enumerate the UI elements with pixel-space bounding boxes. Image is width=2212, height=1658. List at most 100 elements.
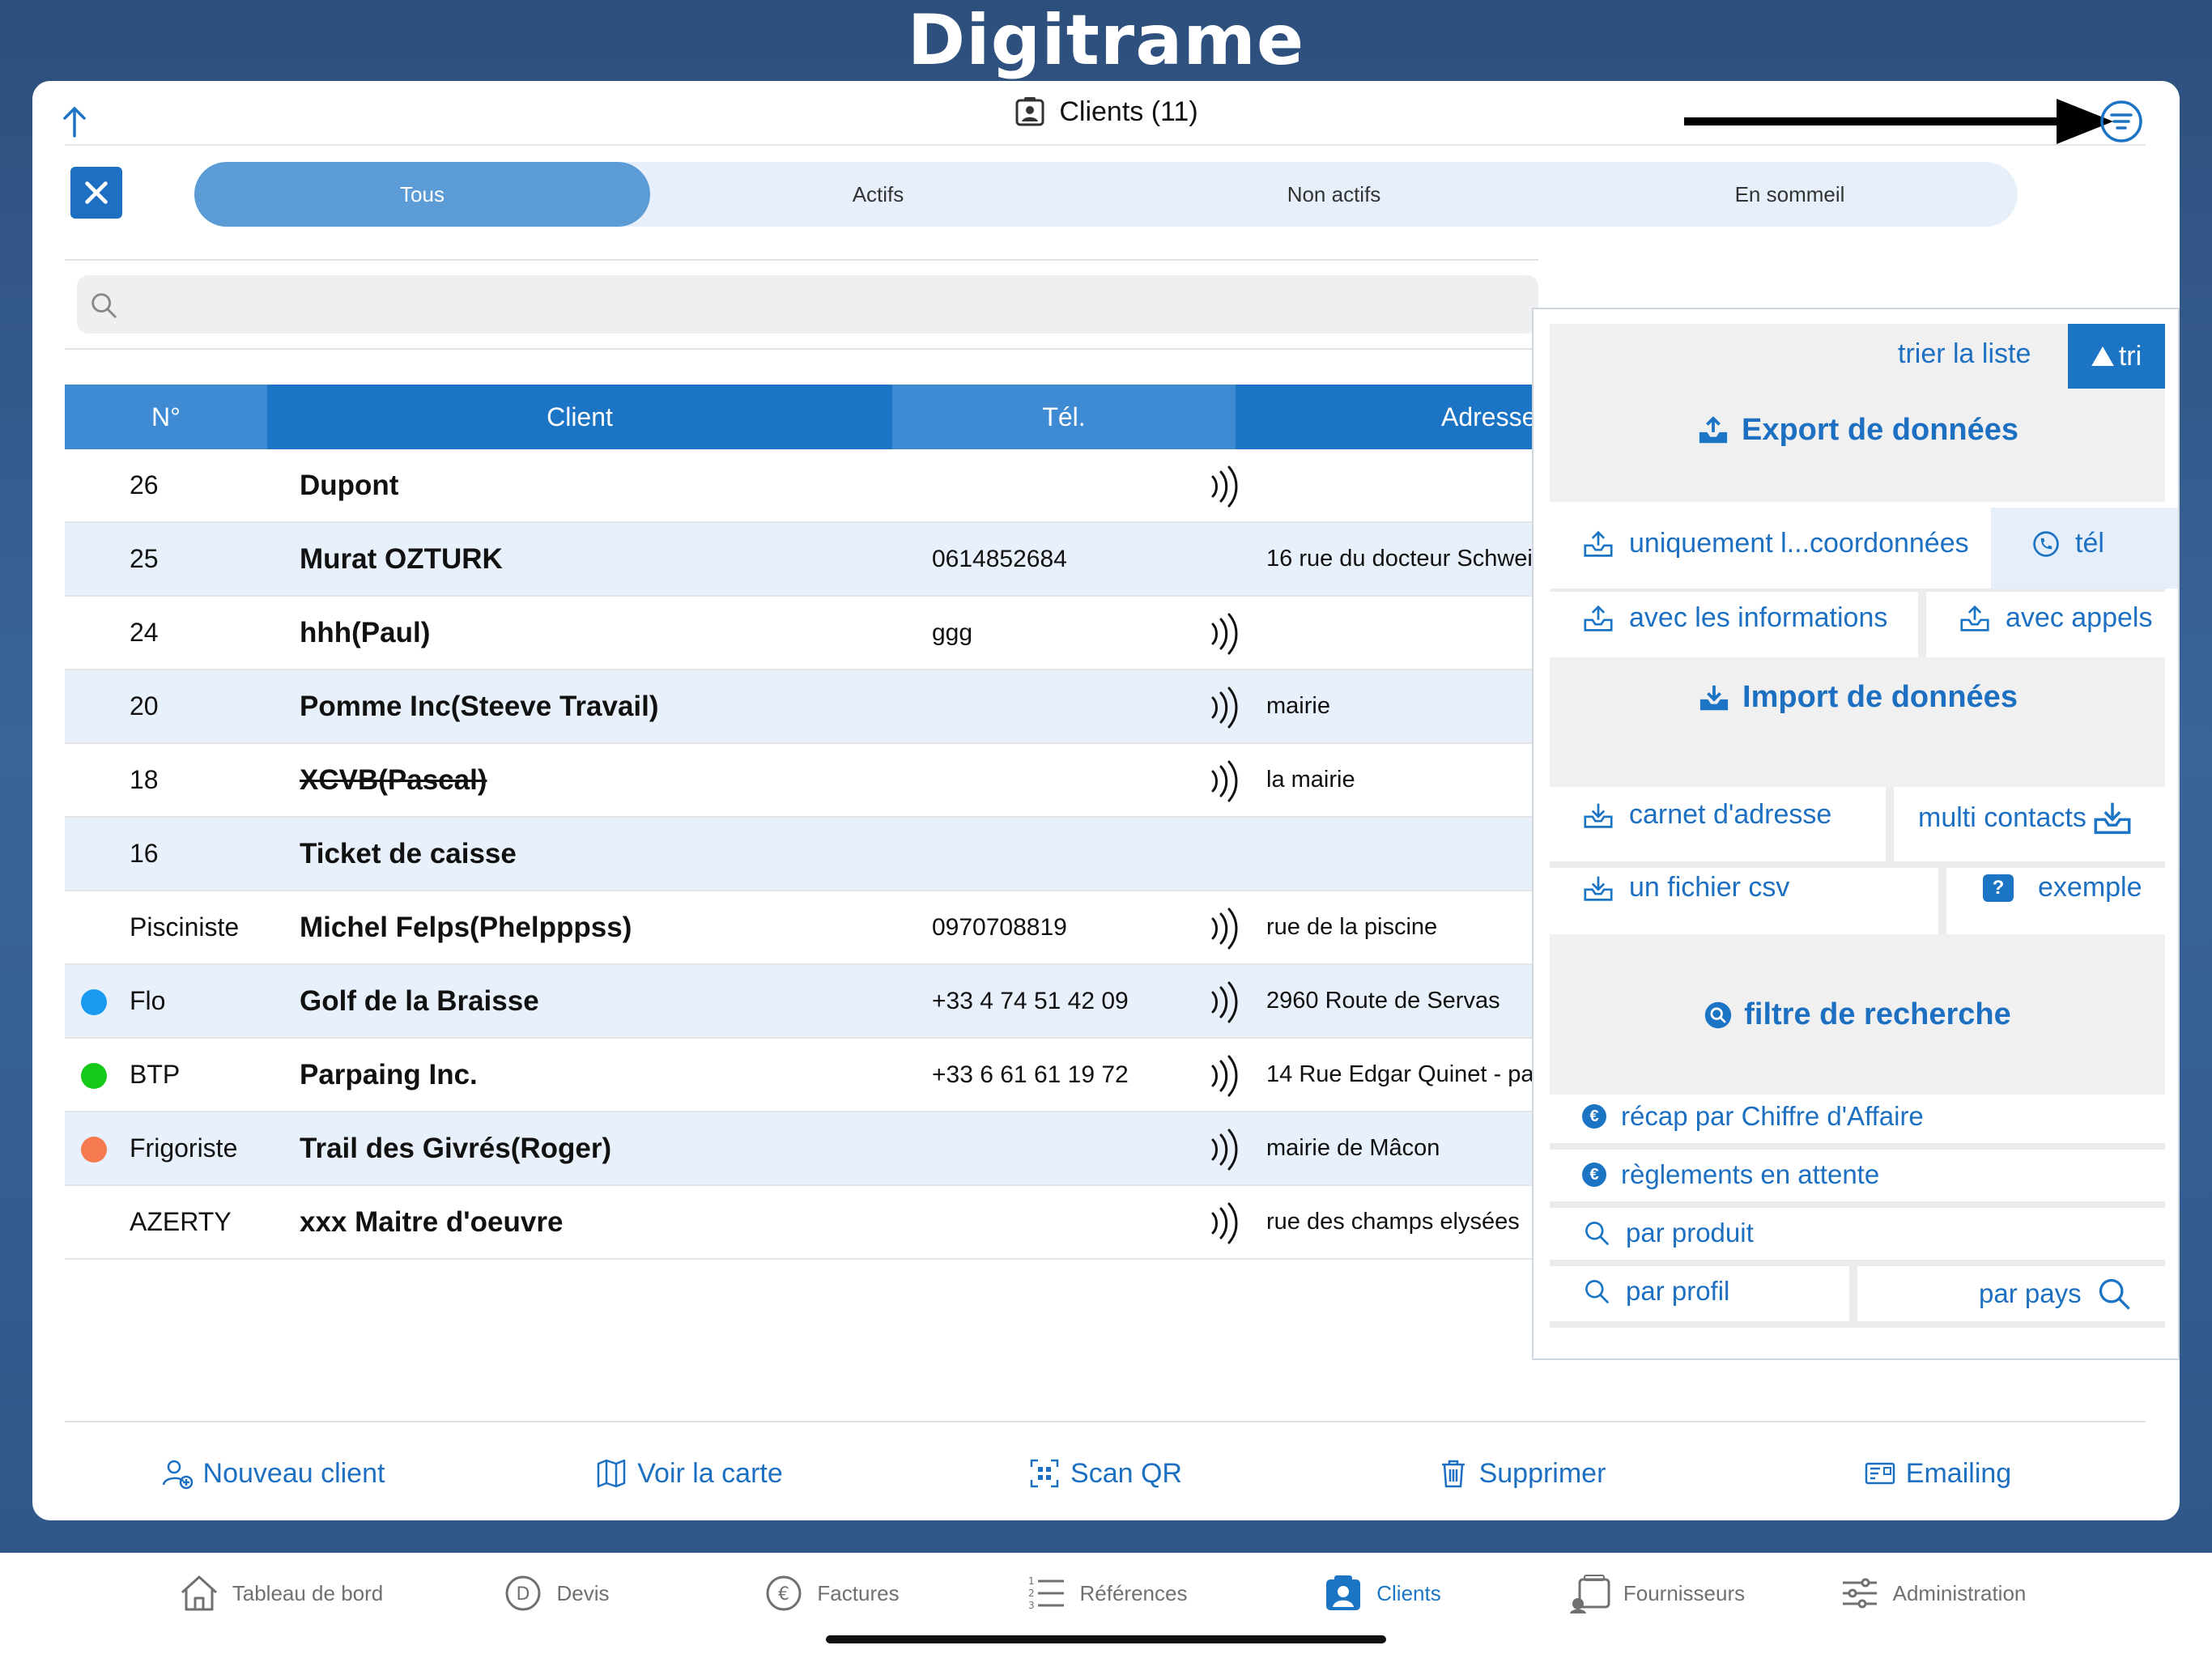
cell-client: xxx Maitre d'oeuvre [300, 1205, 564, 1238]
contact-card-icon [1015, 97, 1044, 126]
segment-tous[interactable]: Tous [194, 162, 650, 227]
nfc-icon[interactable] [1206, 464, 1247, 509]
column-header-no[interactable]: N° [65, 385, 267, 449]
tab-devis[interactable]: D Devis [418, 1571, 693, 1615]
trash-icon [1441, 1460, 1465, 1488]
filter-heading: filtre de recherche [1550, 997, 2165, 1032]
sort-button[interactable]: tri [2068, 324, 2165, 389]
filter-payments-option[interactable]: € règlements en attente [1582, 1159, 1879, 1190]
divider [1886, 787, 1894, 861]
import-addressbook-option[interactable]: carnet d'adresse [1582, 799, 1831, 831]
tab-tableau-de-bord[interactable]: Tableau de bord [143, 1571, 418, 1615]
table-row[interactable]: Flo Golf de la Braisse +33 4 74 51 42 09 29… [65, 965, 1538, 1039]
export-calls-option[interactable]: avec appels [1959, 602, 2152, 634]
import-csv-option[interactable]: un fichier csv [1582, 872, 1789, 903]
cell-client: Parpaing Inc. [300, 1058, 478, 1090]
filter-ca-label: récap par Chiffre d'Affaire [1621, 1101, 1924, 1131]
cell-no: 18 [130, 765, 159, 794]
divider [1550, 589, 2165, 592]
sliders-icon [1842, 1578, 1877, 1609]
delete-button[interactable]: Supprimer [1313, 1449, 1729, 1498]
tab-bar: Tableau de bord D Devis € Factures 1 2 3… [0, 1553, 2212, 1658]
mail-card-icon [1865, 1462, 1895, 1485]
nfc-icon[interactable] [1206, 1201, 1247, 1246]
nfc-icon[interactable] [1206, 759, 1247, 804]
view-map-button[interactable]: Voir la carte [481, 1449, 897, 1498]
filter-product-option[interactable]: par produit [1582, 1218, 1754, 1248]
cell-client: Pomme Inc(Steeve Travail) [300, 690, 659, 722]
cell-adresse: 14 Rue Edgar Quinet - parking [1266, 1061, 1538, 1087]
divider [1550, 1201, 2165, 1208]
question-icon: ? [1983, 874, 2014, 902]
delete-label: Supprimer [1478, 1457, 1606, 1489]
cell-client: Ticket de caisse [300, 837, 517, 869]
export-heading: Export de données [1550, 413, 2165, 448]
nfc-icon[interactable] [1206, 906, 1247, 951]
nfc-icon[interactable] [1206, 980, 1247, 1025]
tab-clients[interactable]: Clients [1244, 1571, 1519, 1615]
search-input[interactable] [77, 275, 1538, 334]
export-tel-option[interactable]: tél [2031, 528, 2104, 559]
table-row[interactable]: Pisciniste Michel Felps(Phelpppss) 0970708… [65, 891, 1538, 965]
tab-label: Administration [1892, 1580, 2027, 1605]
segment-en-sommeil[interactable]: En sommeil [1562, 162, 2018, 227]
export-contacts-label: uniquement l...coordonnées [1629, 528, 1969, 559]
column-header-tel[interactable]: Tél. [892, 385, 1236, 449]
filter-country-option[interactable]: par pays [1979, 1276, 2132, 1312]
tab-label: Devis [556, 1580, 610, 1605]
nfc-icon[interactable] [1206, 1053, 1247, 1099]
upload-tray-icon [1960, 605, 1989, 631]
filter-profile-option[interactable]: par profil [1582, 1276, 1729, 1307]
close-icon [85, 181, 108, 204]
new-client-button[interactable]: Nouveau client [65, 1449, 481, 1498]
view-map-label: Voir la carte [637, 1457, 783, 1489]
nfc-icon[interactable] [1206, 611, 1247, 657]
import-example-option[interactable]: ? exemple [1983, 872, 2142, 903]
table-row[interactable]: 24 hhh(Paul) ggg [65, 597, 1538, 670]
table-row[interactable]: 18 XCVB(Pascal) la mairie [65, 744, 1538, 818]
emailing-button[interactable]: Emailing [1729, 1449, 2146, 1498]
import-example-label: exemple [2038, 872, 2142, 903]
clients-table: N° Client Tél. Adresse 26 Dupont 25 Murat O… [65, 385, 1538, 1260]
import-multi-label: multi contacts [1918, 801, 2087, 833]
tab-references[interactable]: 1 2 3 Références [968, 1571, 1244, 1615]
svg-text:1: 1 [1028, 1575, 1035, 1587]
filter-product-label: par produit [1626, 1218, 1754, 1248]
table-body: 26 Dupont 25 Murat OZTURK 0614852684 16 rue d… [65, 449, 1538, 1260]
download-tray-icon [1584, 876, 1613, 901]
tab-factures[interactable]: € Factures [693, 1571, 968, 1615]
svg-text:€: € [778, 1584, 789, 1605]
tab-fournisseurs[interactable]: Fournisseurs [1519, 1571, 1794, 1615]
export-contacts-option[interactable]: uniquement l...coordonnées [1582, 528, 1969, 559]
nfc-icon[interactable] [1206, 1127, 1247, 1172]
column-header-adresse[interactable]: Adresse [1236, 385, 1538, 449]
table-row[interactable]: 25 Murat OZTURK 0614852684 16 rue du docteu… [65, 523, 1538, 597]
table-row[interactable]: AZERTY xxx Maitre d'oeuvre rue des champs … [65, 1186, 1538, 1260]
tab-administration[interactable]: Administration [1794, 1571, 2069, 1615]
column-header-client[interactable]: Client [267, 385, 892, 449]
segment-non-actifs[interactable]: Non actifs [1106, 162, 1562, 227]
tab-label: Fournisseurs [1623, 1580, 1746, 1605]
table-row[interactable]: 16 Ticket de caisse [65, 818, 1538, 891]
filter-menu-icon[interactable] [2097, 97, 2146, 146]
import-multi-option[interactable]: multi contacts [1918, 799, 2133, 836]
scan-qr-button[interactable]: Scan QR [897, 1449, 1313, 1498]
upload-tray-icon [1699, 415, 1728, 443]
sort-list-label[interactable]: trier la liste [1898, 338, 2031, 370]
export-info-option[interactable]: avec les informations [1582, 602, 1887, 634]
table-row[interactable]: 26 Dupont [65, 449, 1538, 523]
table-row[interactable]: 20 Pomme Inc(Steeve Travail) mairie [65, 670, 1538, 744]
clients-panel: Clients (11) Tous Actifs Non actifs En s… [32, 81, 2180, 1520]
export-heading-text: Export de données [1741, 413, 2019, 447]
cell-client: Trail des Givrés(Roger) [300, 1132, 612, 1164]
table-row[interactable]: BTP Parpaing Inc. +33 6 61 61 19 72 14 Rue … [65, 1039, 1538, 1112]
cell-no: AZERTY [130, 1207, 232, 1236]
close-button[interactable] [70, 167, 122, 219]
nfc-icon[interactable] [1206, 685, 1247, 730]
tab-label: Tableau de bord [232, 1580, 384, 1605]
table-row[interactable]: Frigoriste Trail des Givrés(Roger) mairie … [65, 1112, 1538, 1186]
filter-ca-option[interactable]: € récap par Chiffre d'Affaire [1582, 1101, 1924, 1132]
cell-client: XCVB(Pascal) [300, 763, 487, 796]
import-addressbook-label: carnet d'adresse [1629, 799, 1832, 830]
segment-actifs[interactable]: Actifs [650, 162, 1106, 227]
